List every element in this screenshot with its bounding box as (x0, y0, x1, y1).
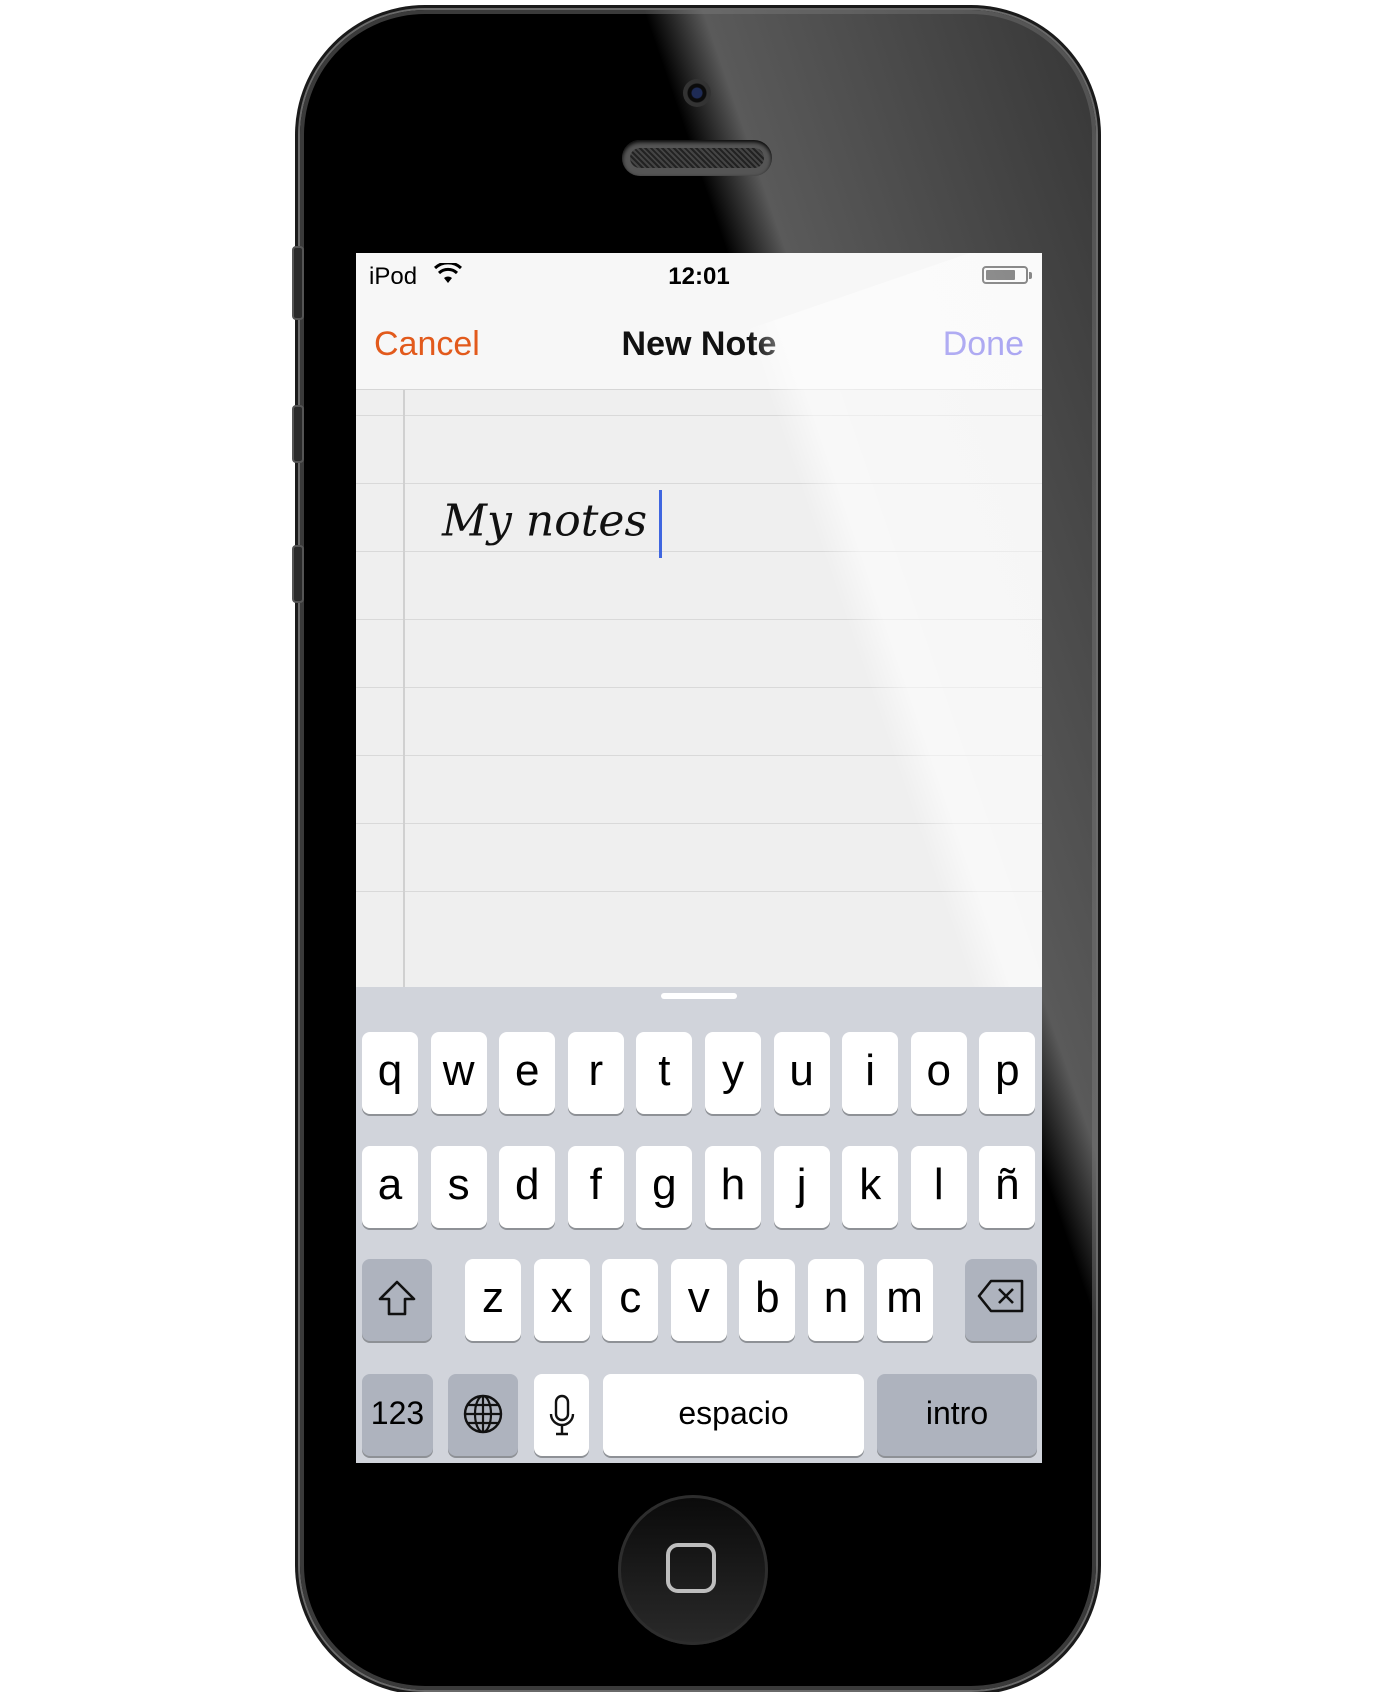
delete-icon (977, 1279, 1024, 1313)
navigation-bar: Cancel New Note Done (356, 297, 1042, 390)
shift-icon (378, 1280, 416, 1316)
page-title: New Note (621, 325, 777, 363)
shift-key[interactable] (362, 1259, 432, 1341)
home-square-icon (666, 1543, 716, 1593)
space-key[interactable]: espacio (603, 1374, 864, 1456)
note-text-area[interactable]: My notes (442, 490, 663, 558)
note-text: My notes (442, 495, 648, 547)
globe-icon (463, 1394, 503, 1434)
volume-down-button (292, 545, 304, 603)
key-u[interactable]: u (773, 1032, 830, 1114)
earpiece-speaker (622, 140, 772, 176)
numbers-key[interactable]: 123 (362, 1374, 433, 1456)
keyboard-grabber[interactable] (661, 993, 737, 999)
key-e[interactable]: e (499, 1032, 556, 1114)
volume-up-button (292, 405, 304, 463)
keyboard: qwertyuiop asdfghjklñ zxcvbnm 123 espaci… (356, 987, 1042, 1463)
home-button[interactable] (618, 1495, 768, 1645)
key-o[interactable]: o (910, 1032, 967, 1114)
key-a[interactable]: a (362, 1146, 418, 1228)
text-caret (659, 490, 663, 558)
paper-margin-line (403, 390, 405, 987)
screen: iPod 12:01 Cancel New Note Done My notes… (356, 253, 1042, 1463)
mute-switch (292, 246, 304, 320)
key-v[interactable]: v (670, 1259, 727, 1341)
key-g[interactable]: g (636, 1146, 693, 1228)
key-n[interactable]: n (808, 1259, 864, 1341)
key-t[interactable]: t (636, 1032, 693, 1114)
key-k[interactable]: k (842, 1146, 899, 1228)
note-editor[interactable]: My notes (356, 253, 1042, 1087)
key-x[interactable]: x (533, 1259, 590, 1341)
status-time: 12:01 (668, 263, 730, 290)
key-y[interactable]: y (705, 1032, 761, 1114)
key-d[interactable]: d (499, 1146, 556, 1228)
microphone-key[interactable] (534, 1374, 589, 1456)
globe-key[interactable] (448, 1374, 518, 1456)
key-s[interactable]: s (430, 1146, 487, 1228)
key-i[interactable]: i (842, 1032, 899, 1114)
battery-icon (982, 266, 1032, 284)
key-z[interactable]: z (465, 1259, 521, 1341)
status-bar: iPod 12:01 (356, 253, 1042, 297)
microphone-icon (549, 1394, 574, 1436)
key-m[interactable]: m (876, 1259, 933, 1341)
key-p[interactable]: p (979, 1032, 1036, 1114)
front-camera (683, 79, 711, 107)
key-q[interactable]: q (362, 1032, 418, 1114)
key-b[interactable]: b (739, 1259, 796, 1341)
key-f[interactable]: f (567, 1146, 624, 1228)
key-w[interactable]: w (430, 1032, 487, 1114)
key-ñ[interactable]: ñ (979, 1146, 1036, 1228)
delete-key[interactable] (965, 1259, 1037, 1341)
key-c[interactable]: c (602, 1259, 659, 1341)
key-h[interactable]: h (705, 1146, 761, 1228)
key-l[interactable]: l (910, 1146, 967, 1228)
key-r[interactable]: r (567, 1032, 624, 1114)
return-key[interactable]: intro (877, 1374, 1037, 1456)
key-j[interactable]: j (773, 1146, 830, 1228)
done-button[interactable]: Done (943, 325, 1024, 364)
